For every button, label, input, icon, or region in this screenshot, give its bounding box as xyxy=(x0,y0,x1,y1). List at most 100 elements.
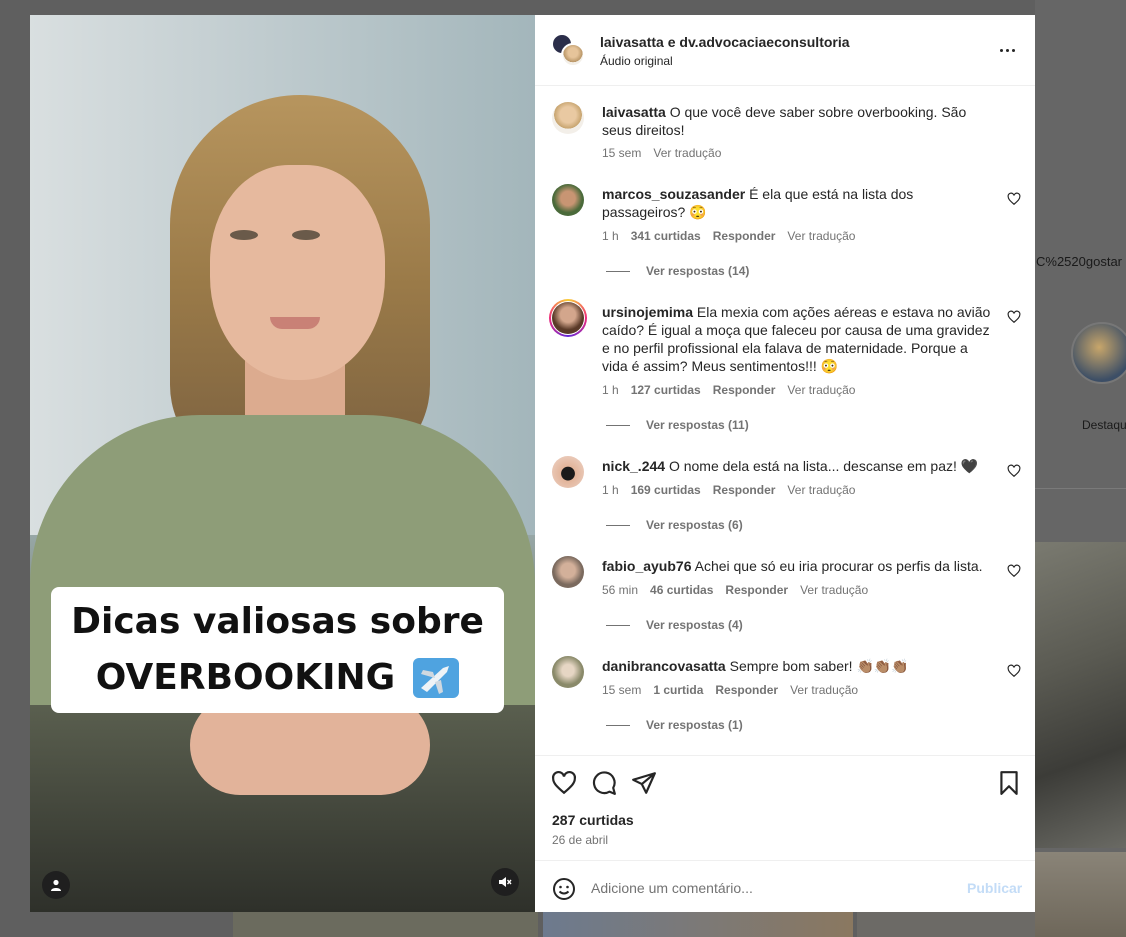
background-divider xyxy=(1035,488,1126,489)
caption-time[interactable]: 15 sem xyxy=(602,146,641,160)
heart-icon[interactable] xyxy=(1007,310,1021,324)
view-replies-button[interactable]: Ver respostas (1) xyxy=(606,718,743,732)
more-options-icon[interactable] xyxy=(993,39,1021,61)
comment-username[interactable]: marcos_souzasander xyxy=(602,186,745,202)
comment-username[interactable]: nick_.244 xyxy=(602,458,665,474)
translate-link[interactable]: Ver tradução xyxy=(787,229,855,243)
post-caption: laivasatta O que você deve saber sobre o… xyxy=(602,103,997,139)
comment-text: O nome dela está na lista... descanse em… xyxy=(668,458,979,474)
comment: marcos_souzasander É ela que está na lis… xyxy=(602,185,997,221)
comment: ursinojemima Ela mexia com ações aéreas … xyxy=(602,303,997,375)
comment-likes[interactable]: 341 curtidas xyxy=(631,229,701,243)
post-authors[interactable]: laivasatta e dv.advocaciaeconsultoria xyxy=(600,34,850,50)
mute-button[interactable] xyxy=(491,868,519,896)
video-caption-line1: Dicas valiosas sobre xyxy=(71,601,484,642)
likes-count[interactable]: 287 curtidas xyxy=(552,812,634,828)
heart-icon[interactable] xyxy=(1007,192,1021,206)
comment-icon[interactable] xyxy=(591,770,617,796)
view-replies-button[interactable]: Ver respostas (6) xyxy=(606,518,743,532)
background-post-thumbnail[interactable] xyxy=(1035,852,1126,937)
comment-likes[interactable]: 1 curtida xyxy=(653,683,703,697)
post-footer: 287 curtidas 26 de abril Publicar xyxy=(535,755,1035,912)
comment-meta: 56 min 46 curtidas Responder Ver traduçã… xyxy=(602,583,868,597)
avatar[interactable] xyxy=(552,656,584,688)
comment-likes[interactable]: 46 curtidas xyxy=(650,583,713,597)
post-date[interactable]: 26 de abril xyxy=(552,833,608,847)
reply-button[interactable]: Responder xyxy=(713,383,776,397)
background-post-thumbnail[interactable] xyxy=(1035,542,1126,848)
translate-link[interactable]: Ver tradução xyxy=(790,683,858,697)
collab-avatars[interactable] xyxy=(551,33,585,67)
background-highlight-avatar[interactable] xyxy=(1071,322,1126,384)
comment-username[interactable]: ursinojemima xyxy=(602,304,693,320)
replies-line xyxy=(606,724,630,726)
bookmark-icon[interactable] xyxy=(996,770,1022,796)
view-replies-label: Ver respostas (11) xyxy=(646,418,749,432)
view-replies-label: Ver respostas (4) xyxy=(646,618,743,632)
avatar[interactable] xyxy=(552,102,584,134)
replies-line xyxy=(606,270,630,272)
view-replies-label: Ver respostas (1) xyxy=(646,718,743,732)
avatar[interactable] xyxy=(552,556,584,588)
video-person-eye xyxy=(230,230,258,240)
background-highlight-label: Destaqu xyxy=(1082,418,1126,432)
view-replies-label: Ver respostas (14) xyxy=(646,264,750,278)
airplane-icon xyxy=(413,658,460,698)
comment-username[interactable]: danibrancovasatta xyxy=(602,658,726,674)
comment-time[interactable]: 1 h xyxy=(602,383,619,397)
caption-username[interactable]: laivasatta xyxy=(602,104,666,120)
view-replies-button[interactable]: Ver respostas (4) xyxy=(606,618,743,632)
comment-likes[interactable]: 127 curtidas xyxy=(631,383,701,397)
avatar[interactable] xyxy=(552,456,584,488)
heart-icon[interactable] xyxy=(1007,664,1021,678)
reply-button[interactable]: Responder xyxy=(715,683,778,697)
original-audio-link[interactable]: Áudio original xyxy=(600,54,673,68)
comment-time[interactable]: 1 h xyxy=(602,483,619,497)
background-post-thumbnail[interactable] xyxy=(857,912,1035,937)
publish-button[interactable]: Publicar xyxy=(967,880,1022,896)
video-caption-line2: OVERBOOKING xyxy=(95,657,396,698)
replies-line xyxy=(606,424,630,426)
translate-link[interactable]: Ver tradução xyxy=(787,483,855,497)
video-caption-overlay: Dicas valiosas sobre OVERBOOKING xyxy=(51,587,504,713)
post-header: laivasatta e dv.advocaciaeconsultoria Áu… xyxy=(535,15,1035,86)
replies-line xyxy=(606,624,630,626)
avatar[interactable] xyxy=(552,302,584,334)
background-post-thumbnail[interactable] xyxy=(233,912,538,937)
comment-text: Achei que só eu iria procurar os perfis … xyxy=(694,558,983,574)
add-comment-bar: Publicar xyxy=(535,860,1035,912)
comment-time[interactable]: 15 sem xyxy=(602,683,641,697)
comment-time[interactable]: 1 h xyxy=(602,229,619,243)
translate-link[interactable]: Ver tradução xyxy=(800,583,868,597)
view-replies-button[interactable]: Ver respostas (14) xyxy=(606,264,749,278)
tagged-users-button[interactable] xyxy=(42,871,70,899)
comment-likes[interactable]: 169 curtidas xyxy=(631,483,701,497)
comment-username[interactable]: fabio_ayub76 xyxy=(602,558,691,574)
avatar[interactable] xyxy=(552,184,584,216)
view-replies-button[interactable]: Ver respostas (11) xyxy=(606,418,749,432)
video-person-eye xyxy=(292,230,320,240)
emoji-icon[interactable] xyxy=(552,877,576,901)
view-replies-label: Ver respostas (6) xyxy=(646,518,743,532)
reply-button[interactable]: Responder xyxy=(725,583,788,597)
heart-icon[interactable] xyxy=(551,770,577,796)
comment-text: Sempre bom saber! 👏🏽👏🏽👏🏽 xyxy=(729,658,909,674)
background-post-thumbnail[interactable] xyxy=(543,912,853,937)
comment-meta: 1 h 127 curtidas Responder Ver tradução xyxy=(602,383,855,397)
heart-icon[interactable] xyxy=(1007,564,1021,578)
comment: nick_.244 O nome dela está na lista... d… xyxy=(602,457,997,475)
heart-icon[interactable] xyxy=(1007,464,1021,478)
post-details-panel: laivasatta e dv.advocaciaeconsultoria Áu… xyxy=(535,15,1035,912)
comment-meta: 15 sem 1 curtida Responder Ver tradução xyxy=(602,683,858,697)
comment: fabio_ayub76 Achei que só eu iria procur… xyxy=(602,557,997,575)
reply-button[interactable]: Responder xyxy=(713,483,776,497)
share-icon[interactable] xyxy=(631,770,657,796)
reply-button[interactable]: Responder xyxy=(713,229,776,243)
comment-time[interactable]: 56 min xyxy=(602,583,638,597)
comment-input[interactable] xyxy=(591,877,941,899)
translate-link[interactable]: Ver tradução xyxy=(787,383,855,397)
reel-video[interactable]: Dicas valiosas sobre OVERBOOKING xyxy=(30,15,535,912)
replies-line xyxy=(606,524,630,526)
video-person-mouth xyxy=(270,317,320,329)
translate-link[interactable]: Ver tradução xyxy=(653,146,721,160)
